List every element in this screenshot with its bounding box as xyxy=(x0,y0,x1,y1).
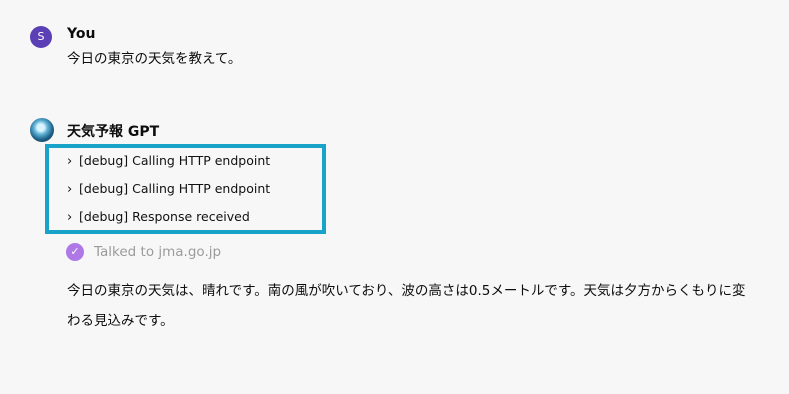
answer-line: わる見込みです。 xyxy=(67,313,174,329)
debug-item[interactable]: › [debug] Calling HTTP endpoint xyxy=(67,181,270,197)
user-author-name: You xyxy=(67,26,96,42)
user-avatar: S xyxy=(30,26,52,48)
gpt-avatar xyxy=(30,118,54,142)
debug-item-label: [debug] Calling HTTP endpoint xyxy=(79,153,271,168)
answer-line: 今日の東京の天気は、晴れです。南の風が吹いており、波の高さは0.5メートルです。… xyxy=(67,283,746,299)
chevron-right-icon: › xyxy=(67,182,73,197)
gpt-answer-text: 今日の東京の天気は、晴れです。南の風が吹いており、波の高さは0.5メートルです。… xyxy=(67,276,767,336)
debug-highlight-box: › [debug] Calling HTTP endpoint › [debug] … xyxy=(45,144,326,234)
check-icon: ✓ xyxy=(66,243,84,261)
tool-status-label: Talked to jma.go.jp xyxy=(94,244,222,260)
gpt-author-name: 天気予報 GPT xyxy=(67,124,160,140)
tool-status[interactable]: ✓ Talked to jma.go.jp xyxy=(66,243,221,261)
debug-item-label: [debug] Response received xyxy=(79,209,250,224)
chevron-right-icon: › xyxy=(67,154,73,169)
user-message-text: 今日の東京の天気を教えて。 xyxy=(67,51,242,67)
debug-item[interactable]: › [debug] Calling HTTP endpoint xyxy=(67,153,270,169)
chevron-right-icon: › xyxy=(67,210,73,225)
debug-item-label: [debug] Calling HTTP endpoint xyxy=(79,181,271,196)
debug-item[interactable]: › [debug] Response received xyxy=(67,209,250,225)
